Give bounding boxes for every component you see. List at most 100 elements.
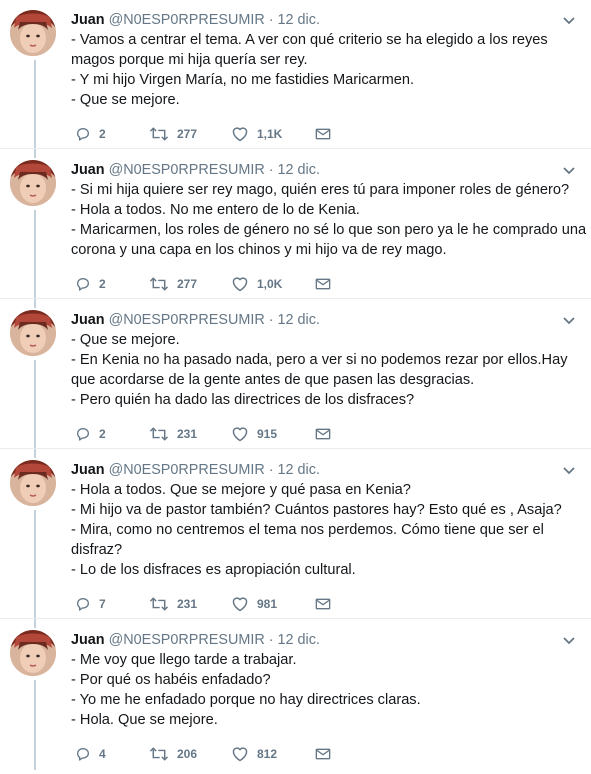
author-name[interactable]: Juan (71, 162, 105, 178)
retweet-button[interactable]: 206 (149, 744, 197, 764)
like-count: 812 (257, 747, 278, 761)
tweet-date[interactable]: 12 dic. (278, 162, 320, 178)
retweet-icon (149, 596, 169, 612)
tweet-text-line: - En Kenia no ha pasado nada, pero a ver… (71, 352, 568, 368)
divider (0, 148, 591, 149)
avatar[interactable] (10, 630, 56, 676)
tweet-date[interactable]: 12 dic. (278, 12, 320, 28)
retweet-button[interactable]: 277 (149, 274, 197, 294)
retweet-button[interactable]: 277 (149, 124, 197, 144)
like-count: 915 (257, 427, 278, 441)
author-handle[interactable]: @N0ESP0RPRESUMIR (109, 162, 265, 178)
tweet-text-line: - Hola. Que se mejore. (71, 712, 218, 728)
author-name[interactable]: Juan (71, 12, 105, 28)
tweet-text-line: - Y mi hijo Virgen María, no me fastidie… (71, 72, 415, 88)
like-button[interactable]: 1,1K (231, 124, 282, 144)
envelope-icon (315, 747, 331, 761)
chevron-down-icon[interactable] (561, 312, 577, 328)
author-name[interactable]: Juan (71, 632, 105, 648)
tweet-header: Juan @N0ESP0RPRESUMIR · 12 dic. (71, 310, 320, 330)
like-button[interactable]: 981 (231, 594, 277, 614)
tweet-header: Juan @N0ESP0RPRESUMIR · 12 dic. (71, 10, 320, 30)
tweet-text-line: - Vamos a centrar el tema. A ver con qué… (71, 32, 548, 48)
retweet-icon (149, 426, 169, 442)
retweet-button[interactable]: 231 (149, 594, 197, 614)
thread-line (34, 60, 36, 158)
author-handle[interactable]: @N0ESP0RPRESUMIR (109, 12, 265, 28)
reply-button[interactable]: 7 (75, 594, 106, 614)
reply-icon (75, 596, 91, 612)
retweet-button[interactable]: 231 (149, 424, 197, 444)
author-handle[interactable]: @N0ESP0RPRESUMIR (109, 632, 265, 648)
reply-count: 2 (99, 127, 106, 141)
reply-button[interactable]: 2 (75, 124, 106, 144)
heart-icon (231, 276, 249, 292)
envelope-icon (315, 127, 331, 141)
reply-icon (75, 426, 91, 442)
tweet-text-line: - Maricarmen, los roles de género no sé … (71, 222, 587, 238)
divider (0, 448, 591, 449)
reply-count: 4 (99, 747, 106, 761)
dm-button[interactable] (315, 744, 331, 764)
tweet-text: - Si mi hija quiere ser rey mago, quién … (71, 180, 587, 260)
retweet-count: 206 (177, 747, 198, 761)
like-button[interactable]: 812 (231, 744, 277, 764)
tweet-text-line: - Yo me he enfadado porque no hay direct… (71, 692, 421, 708)
avatar[interactable] (10, 310, 56, 356)
tweet-text-line: - Mi hijo va de pastor también? Cuántos … (71, 502, 562, 518)
tweet-text: - Hola a todos. Que se mejore y qué pasa… (71, 480, 576, 580)
reply-icon (75, 746, 91, 762)
dm-button[interactable] (315, 274, 331, 294)
author-name[interactable]: Juan (71, 462, 105, 478)
chevron-down-icon[interactable] (561, 162, 577, 178)
tweet-text: - Me voy que llego tarde a trabajar. - Po… (71, 650, 576, 730)
tweet-date[interactable]: 12 dic. (278, 312, 320, 328)
tweet-text-line: magos porque mi hija quería ser rey. (71, 52, 308, 68)
tweet-text: - Vamos a centrar el tema. A ver con qué… (71, 30, 576, 110)
separator-dot: · (268, 462, 274, 478)
like-count: 981 (257, 597, 278, 611)
separator-dot: · (268, 12, 274, 28)
tweet-header: Juan @N0ESP0RPRESUMIR · 12 dic. (71, 160, 320, 180)
tweet-text-line: que acordarse de la gente antes de que p… (71, 372, 475, 388)
reply-count: 7 (99, 597, 106, 611)
avatar[interactable] (10, 460, 56, 506)
separator-dot: · (268, 162, 274, 178)
tweet-header: Juan @N0ESP0RPRESUMIR · 12 dic. (71, 630, 320, 650)
avatar[interactable] (10, 160, 56, 206)
dm-button[interactable] (315, 594, 331, 614)
like-button[interactable]: 915 (231, 424, 277, 444)
reply-button[interactable]: 4 (75, 744, 106, 764)
tweet-date[interactable]: 12 dic. (278, 462, 320, 478)
retweet-count: 231 (177, 597, 198, 611)
like-button[interactable]: 1,0K (231, 274, 282, 294)
divider (0, 618, 591, 619)
retweet-count: 231 (177, 427, 198, 441)
reply-button[interactable]: 2 (75, 424, 106, 444)
heart-icon (231, 126, 249, 142)
separator-dot: · (268, 312, 274, 328)
dm-button[interactable] (315, 424, 331, 444)
tweet-text-line: corona y una capa en los chinos y mi hij… (71, 242, 447, 258)
reply-count: 2 (99, 277, 106, 291)
heart-icon (231, 596, 249, 612)
chevron-down-icon[interactable] (561, 12, 577, 28)
tweet-text-line: - Pero quién ha dado las directrices de … (71, 392, 415, 408)
heart-icon (231, 746, 249, 762)
like-count: 1,0K (257, 277, 283, 291)
divider (0, 298, 591, 299)
chevron-down-icon[interactable] (561, 462, 577, 478)
dm-button[interactable] (315, 124, 331, 144)
retweet-count: 277 (177, 277, 198, 291)
avatar[interactable] (10, 10, 56, 56)
chevron-down-icon[interactable] (561, 632, 577, 648)
retweet-icon (149, 746, 169, 762)
author-handle[interactable]: @N0ESP0RPRESUMIR (109, 312, 265, 328)
author-name[interactable]: Juan (71, 312, 105, 328)
tweet-date[interactable]: 12 dic. (278, 632, 320, 648)
retweet-icon (149, 126, 169, 142)
tweet-text-line: - Por qué os habéis enfadado? (71, 672, 271, 688)
tweet-text-line: - Hola a todos. Que se mejore y qué pasa… (71, 482, 411, 498)
reply-button[interactable]: 2 (75, 274, 106, 294)
author-handle[interactable]: @N0ESP0RPRESUMIR (109, 462, 265, 478)
